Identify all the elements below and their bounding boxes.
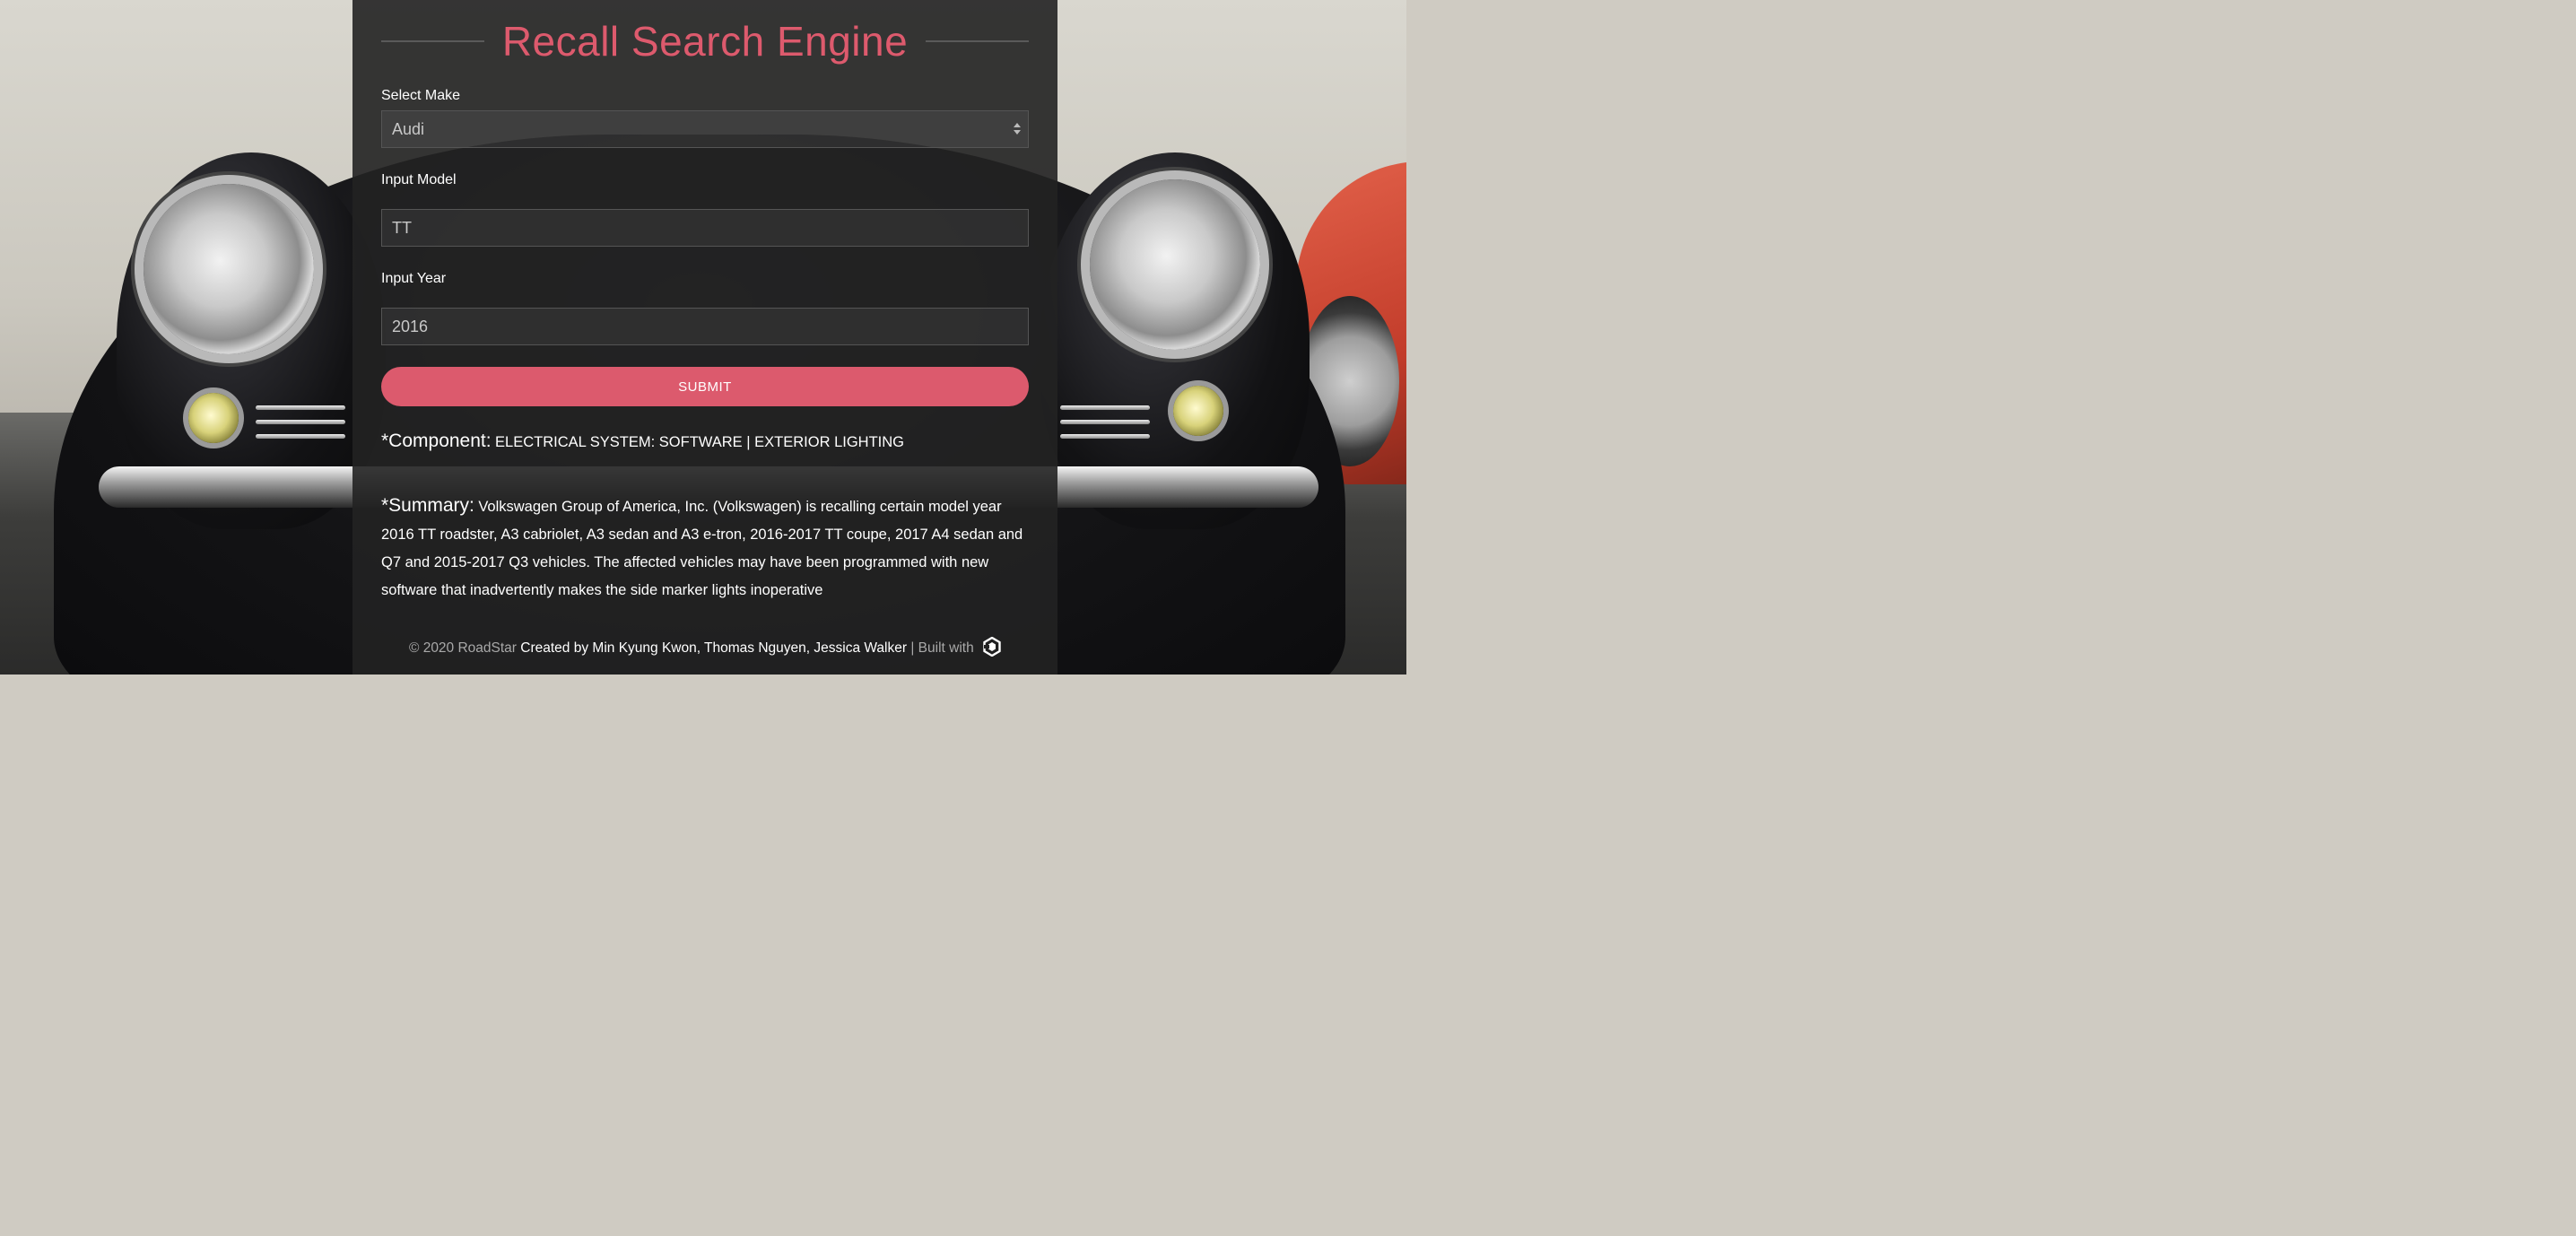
summary-value: Volkswagen Group of America, Inc. (Volks… [381, 499, 1023, 598]
component-value: ELECTRICAL SYSTEM: SOFTWARE | EXTERIOR L… [495, 434, 904, 450]
component-key: *Component: [381, 431, 492, 451]
title-divider-right [926, 40, 1029, 42]
model-input-value: TT [392, 218, 412, 237]
page-header: Recall Search Engine [381, 18, 1029, 65]
hexagon-logo-icon[interactable] [983, 636, 1001, 657]
footer-built-with: | Built with [910, 640, 974, 657]
model-input[interactable]: TT [381, 209, 1029, 247]
year-input[interactable]: 2016 [381, 308, 1029, 345]
title-divider-left [381, 40, 484, 42]
page-title: Recall Search Engine [501, 18, 909, 65]
footer-credits: Created by Min Kyung Kwon, Thomas Nguyen… [520, 640, 908, 657]
footer-copyright: © 2020 RoadStar [408, 640, 517, 657]
submit-button[interactable]: SUBMIT [381, 367, 1029, 406]
make-select[interactable]: Audi [381, 110, 1029, 148]
search-panel: Recall Search Engine Select Make Audi In… [352, 0, 1057, 675]
make-label: Select Make [381, 88, 461, 103]
year-label: Input Year [381, 271, 447, 286]
model-label: Input Model [381, 172, 457, 187]
summary-key: *Summary: [381, 495, 474, 516]
summary-result: *Summary: Volkswagen Group of America, I… [381, 492, 1029, 617]
select-arrows-icon [1014, 123, 1021, 137]
footer: © 2020 RoadStar Created by Min Kyung Kwo… [352, 636, 1057, 658]
year-input-value: 2016 [392, 317, 429, 335]
make-select-value: Audi [392, 119, 425, 138]
component-result: *Component: ELECTRICAL SYSTEM: SOFTWARE … [381, 429, 1029, 456]
